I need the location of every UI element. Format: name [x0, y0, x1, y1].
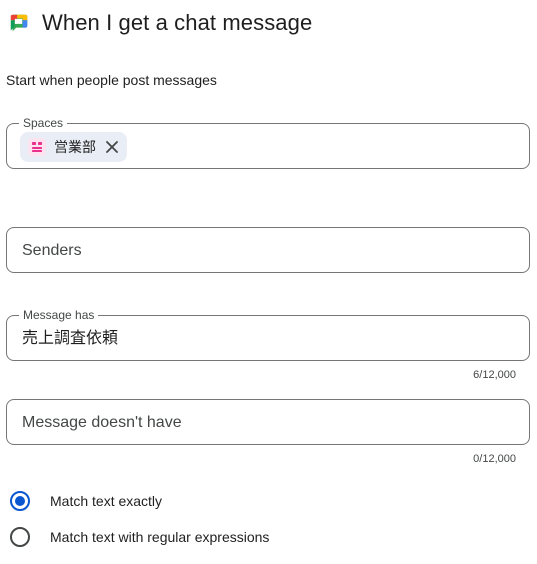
space-chip[interactable]: 営業部 — [20, 132, 127, 162]
message-has-value: 売上調査依頼 — [22, 330, 119, 347]
match-exact-label: Match text exactly — [50, 493, 163, 509]
google-chat-icon — [10, 14, 28, 32]
senders-field[interactable]: Senders — [6, 227, 530, 273]
space-icon — [28, 138, 46, 156]
page-title: When I get a chat message — [42, 10, 313, 35]
space-chip-label: 営業部 — [54, 139, 96, 155]
radio-unselected-icon[interactable] — [9, 526, 31, 548]
radio-selected-icon[interactable] — [9, 490, 31, 512]
trigger-description: Start when people post messages — [6, 72, 217, 88]
message-has-counter: 6/12,000 — [473, 369, 516, 381]
close-icon[interactable] — [105, 140, 119, 154]
message-has-label: Message has — [19, 308, 99, 322]
match-regex-option[interactable]: Match text with regular expressions — [9, 526, 269, 548]
message-has-field[interactable]: Message has 売上調査依頼 — [6, 308, 530, 361]
message-doesnt-have-field[interactable]: Message doesn't have — [6, 399, 530, 445]
senders-placeholder: Senders — [22, 242, 82, 259]
header: When I get a chat message — [8, 8, 312, 38]
message-doesnt-have-counter: 0/12,000 — [473, 453, 516, 465]
match-exact-option[interactable]: Match text exactly — [9, 490, 162, 512]
spaces-label: Spaces — [19, 116, 68, 130]
match-regex-label: Match text with regular expressions — [50, 529, 270, 545]
spaces-field[interactable]: Spaces 営業部 — [6, 116, 530, 169]
message-doesnt-have-placeholder: Message doesn't have — [22, 414, 182, 431]
